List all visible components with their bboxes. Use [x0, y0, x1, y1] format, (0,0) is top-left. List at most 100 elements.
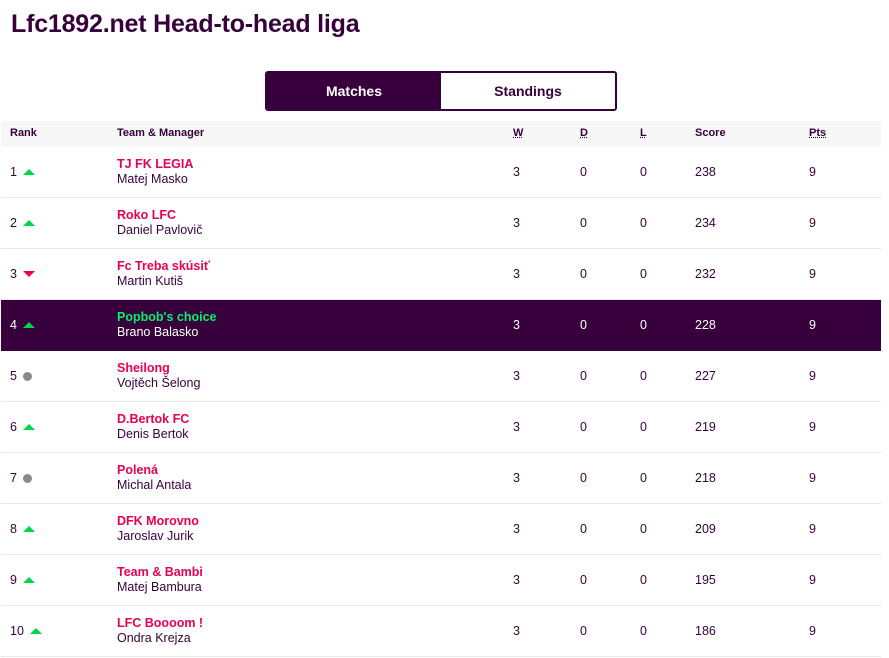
drawn-value: 0	[580, 216, 587, 230]
movement-same-icon	[22, 473, 32, 483]
manager-name: Daniel Pavlovič	[117, 223, 203, 237]
rank-cell: 6	[10, 420, 35, 434]
rank-cell: 7	[10, 471, 32, 485]
manager-name: Matej Bambura	[117, 580, 202, 594]
movement-up-icon	[22, 424, 35, 430]
drawn-value: 0	[580, 624, 587, 638]
manager-name: Brano Balasko	[117, 325, 199, 339]
won-value: 3	[513, 573, 520, 587]
table-row: 10 LFC Boooom ! Ondra Krejza 3 0 0 186 9	[1, 606, 881, 657]
table-row: 4 Popbob's choice Brano Balasko 3 0 0 228 9	[1, 300, 881, 351]
movement-up-icon	[22, 526, 35, 532]
team-name-link[interactable]: LFC Boooom !	[117, 616, 203, 630]
movement-up-icon	[22, 220, 35, 226]
lost-value: 0	[640, 471, 647, 485]
rank-cell: 1	[10, 165, 35, 179]
movement-up-icon	[22, 169, 35, 175]
tab-matches[interactable]: Matches	[267, 73, 441, 109]
table-row: 3 Fc Treba skúsiť Martin Kutiš 3 0 0 232 9	[1, 249, 881, 300]
rank-cell: 2	[10, 216, 35, 230]
manager-name: Michal Antala	[117, 478, 192, 492]
points-value: 9	[809, 369, 816, 383]
won-value: 3	[513, 522, 520, 536]
rank-number: 9	[10, 573, 17, 587]
score-value: 232	[695, 267, 716, 281]
points-value: 9	[809, 420, 816, 434]
team-name-link[interactable]: Team & Bambi	[117, 565, 203, 579]
team-name-link[interactable]: Roko LFC	[117, 208, 176, 222]
drawn-value: 0	[580, 522, 587, 536]
points-value: 9	[809, 471, 816, 485]
rank-number: 10	[10, 624, 24, 638]
team-name-link[interactable]: Sheilong	[117, 361, 170, 375]
table-row: 2 Roko LFC Daniel Pavlovič 3 0 0 234 9	[1, 198, 881, 249]
manager-name: Matej Masko	[117, 172, 188, 186]
tab-standings[interactable]: Standings	[441, 73, 615, 109]
table-row: 6 D.Bertok FC Denis Bertok 3 0 0 219 9	[1, 402, 881, 453]
manager-name: Denis Bertok	[117, 427, 189, 441]
won-value: 3	[513, 624, 520, 638]
manager-name: Ondra Krejza	[117, 631, 191, 645]
header-score: Score	[695, 127, 726, 139]
won-value: 3	[513, 369, 520, 383]
table-row: 1 TJ FK LEGIA Matej Masko 3 0 0 238 9	[1, 147, 881, 198]
rank-cell: 10	[10, 624, 42, 638]
score-value: 228	[695, 318, 716, 332]
lost-value: 0	[640, 573, 647, 587]
table-body: 1 TJ FK LEGIA Matej Masko 3 0 0 238 9 2 Roko LFC D…	[1, 147, 881, 657]
movement-up-icon	[22, 322, 35, 328]
points-value: 9	[809, 165, 816, 179]
view-tabs: Matches Standings	[265, 71, 617, 111]
team-name-link[interactable]: DFK Morovno	[117, 514, 199, 528]
rank-number: 3	[10, 267, 17, 281]
rank-cell: 9	[10, 573, 35, 587]
points-value: 9	[809, 624, 816, 638]
rank-number: 5	[10, 369, 17, 383]
lost-value: 0	[640, 369, 647, 383]
score-value: 209	[695, 522, 716, 536]
score-value: 234	[695, 216, 716, 230]
table-row: 7 Polená Michal Antala 3 0 0 218 9	[1, 453, 881, 504]
rank-number: 6	[10, 420, 17, 434]
team-name-link[interactable]: Polená	[117, 463, 158, 477]
points-value: 9	[809, 267, 816, 281]
team-name-link[interactable]: Popbob's choice	[117, 310, 217, 324]
drawn-value: 0	[580, 267, 587, 281]
lost-value: 0	[640, 216, 647, 230]
rank-cell: 8	[10, 522, 35, 536]
won-value: 3	[513, 471, 520, 485]
rank-cell: 5	[10, 369, 32, 383]
rank-number: 2	[10, 216, 17, 230]
drawn-value: 0	[580, 573, 587, 587]
score-value: 227	[695, 369, 716, 383]
team-name-link[interactable]: Fc Treba skúsiť	[117, 259, 210, 273]
score-value: 238	[695, 165, 716, 179]
team-name-link[interactable]: D.Bertok FC	[117, 412, 189, 426]
table-row: 9 Team & Bambi Matej Bambura 3 0 0 195 9	[1, 555, 881, 606]
movement-down-icon	[22, 271, 35, 277]
drawn-value: 0	[580, 318, 587, 332]
rank-cell: 4	[10, 318, 35, 332]
lost-value: 0	[640, 522, 647, 536]
table-row: 5 Sheilong Vojtěch Šelong 3 0 0 227 9	[1, 351, 881, 402]
header-drawn: D	[580, 127, 588, 139]
movement-up-icon	[22, 577, 35, 583]
rank-number: 7	[10, 471, 17, 485]
team-name-link[interactable]: TJ FK LEGIA	[117, 157, 193, 171]
rank-number: 8	[10, 522, 17, 536]
lost-value: 0	[640, 420, 647, 434]
won-value: 3	[513, 318, 520, 332]
won-value: 3	[513, 420, 520, 434]
lost-value: 0	[640, 624, 647, 638]
manager-name: Jaroslav Jurik	[117, 529, 194, 543]
points-value: 9	[809, 522, 816, 536]
won-value: 3	[513, 267, 520, 281]
header-team-manager: Team & Manager	[117, 127, 205, 139]
movement-same-icon	[22, 371, 32, 381]
standings-table: Rank Team & Manager W D L Score Pts 1 TJ …	[1, 121, 881, 657]
score-value: 219	[695, 420, 716, 434]
header-rank: Rank	[10, 127, 37, 139]
drawn-value: 0	[580, 471, 587, 485]
points-value: 9	[809, 573, 816, 587]
table-row: 8 DFK Morovno Jaroslav Jurik 3 0 0 209 9	[1, 504, 881, 555]
